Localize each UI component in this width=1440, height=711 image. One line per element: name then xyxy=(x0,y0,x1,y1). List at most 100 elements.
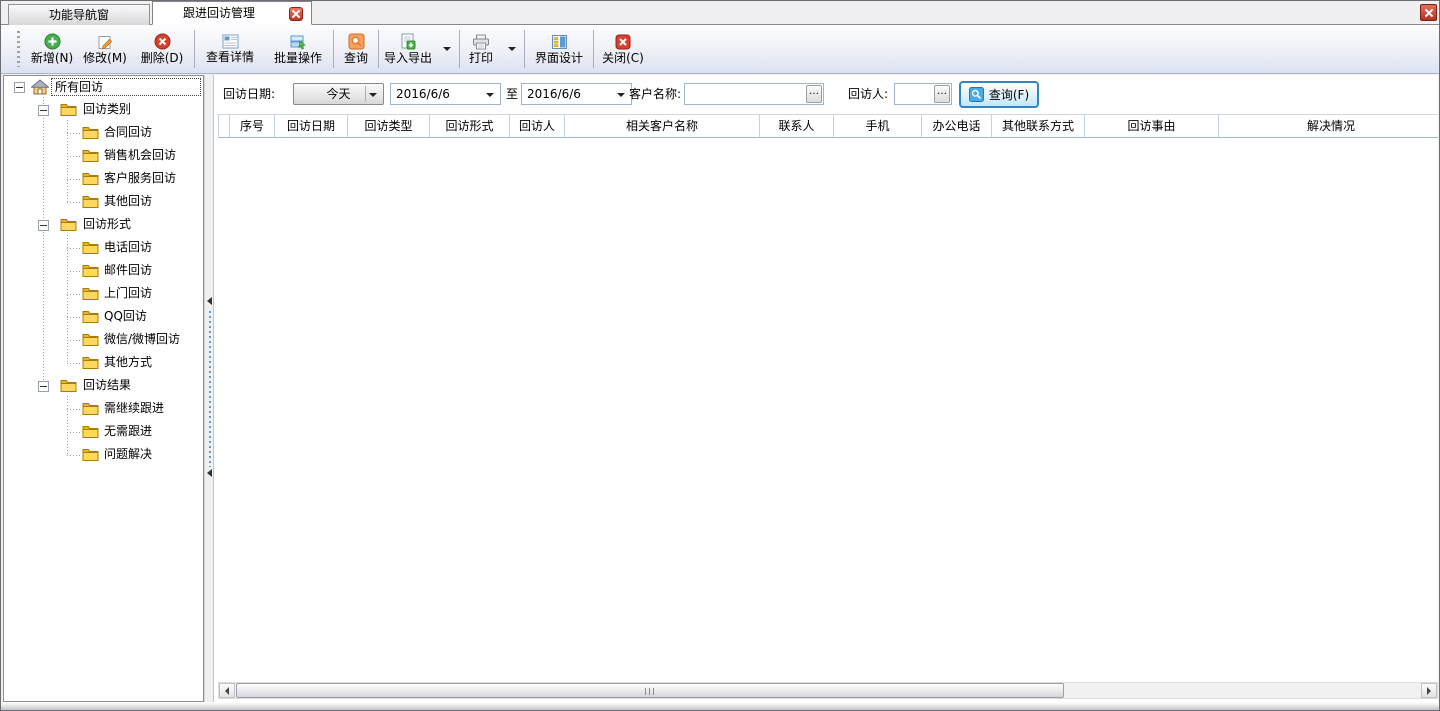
row-indicator-header xyxy=(219,115,230,137)
chevron-down-icon xyxy=(508,47,516,51)
tree-item-all-visits[interactable]: 所有回访 xyxy=(4,76,203,99)
customer-name-input[interactable] xyxy=(686,85,805,103)
tree-connector xyxy=(67,202,80,203)
tree-item-need-followup[interactable]: 需继续跟进 xyxy=(4,398,203,421)
horizontal-scrollbar[interactable] xyxy=(218,682,1438,699)
scrollbar-thumb[interactable] xyxy=(236,683,1064,698)
folder-icon xyxy=(82,171,100,187)
toolbar-separator xyxy=(194,30,195,68)
folder-icon xyxy=(82,240,100,256)
tree-item-customer-service-visit[interactable]: 客户服务回访 xyxy=(4,168,203,191)
folder-icon xyxy=(60,217,78,233)
tree-connector xyxy=(67,133,80,134)
arrow-left-icon xyxy=(225,687,229,695)
toolbar: 新增(N) 修改(M) 删除(D) 查看详情 批量操作 查询 导入导出 xyxy=(1,25,1439,74)
customer-browse-button[interactable]: … xyxy=(806,85,822,103)
search-button[interactable]: 查询(F) xyxy=(959,81,1039,108)
scroll-right-button[interactable] xyxy=(1421,683,1437,698)
folder-icon xyxy=(82,263,100,279)
collapse-left-icon[interactable] xyxy=(207,469,212,477)
column-header-visit-method[interactable]: 回访形式 xyxy=(430,115,510,137)
date-to-value: 2016/6/6 xyxy=(527,87,581,101)
grid-header: 序号 回访日期 回访类型 回访形式 回访人 相关客户名称 联系人 手机 办公电话… xyxy=(218,114,1438,138)
main-panel: 回访日期: 今天 2016/6/6 至 2016/6/6 客户名称: … 回访人… xyxy=(214,75,1438,702)
column-header-visit-date[interactable]: 回访日期 xyxy=(275,115,348,137)
panel-splitter[interactable] xyxy=(204,75,214,702)
tree-item-other-visit[interactable]: 其他回访 xyxy=(4,191,203,214)
print-button[interactable]: 打印 xyxy=(461,27,501,71)
tab-close-icon[interactable] xyxy=(289,7,303,21)
view-detail-button[interactable]: 查看详情 xyxy=(196,27,264,71)
scroll-left-button[interactable] xyxy=(219,683,235,698)
tree-panel: 所有回访 回访类别 合同回访 销售机会回访 客户服务回访 其他回访 xyxy=(3,75,204,702)
column-header-other-contact[interactable]: 其他联系方式 xyxy=(992,115,1085,137)
print-icon xyxy=(472,34,490,50)
ui-design-icon xyxy=(551,34,568,50)
tree-connector xyxy=(67,248,80,249)
visitor-browse-button[interactable]: … xyxy=(934,85,950,103)
visitor-input[interactable] xyxy=(896,85,933,103)
column-header-seq[interactable]: 序号 xyxy=(230,115,275,137)
folder-icon xyxy=(82,125,100,141)
column-header-contact[interactable]: 联系人 xyxy=(760,115,834,137)
close-button[interactable]: 关闭(C) xyxy=(595,27,651,71)
column-header-visitor[interactable]: 回访人 xyxy=(510,115,565,137)
date-from-value: 2016/6/6 xyxy=(396,87,450,101)
column-header-visit-reason[interactable]: 回访事由 xyxy=(1085,115,1219,137)
date-to-combo[interactable]: 2016/6/6 xyxy=(521,83,632,105)
import-export-button[interactable]: 导入导出 xyxy=(380,27,436,71)
ui-design-button[interactable]: 界面设计 xyxy=(526,27,592,71)
tab-followup-management[interactable]: 跟进回访管理 xyxy=(152,1,312,25)
delete-button[interactable]: 删除(D) xyxy=(131,27,193,71)
toolbar-separator xyxy=(459,30,460,68)
app-window: 功能导航窗 跟进回访管理 新增(N) 修改(M) 删除(D) 查看详情 xyxy=(0,0,1440,711)
window-close-button[interactable] xyxy=(1420,4,1437,21)
tree-item-email-visit[interactable]: 邮件回访 xyxy=(4,260,203,283)
tree-item-problem-solved[interactable]: 问题解决 xyxy=(4,444,203,467)
folder-icon xyxy=(60,102,78,118)
tree-item-visit-result[interactable]: 回访结果 xyxy=(4,375,203,398)
collapse-toggle-icon[interactable] xyxy=(14,82,25,93)
tree-item-wechat-weibo-visit[interactable]: 微信/微博回访 xyxy=(4,329,203,352)
customer-name-label: 客户名称: xyxy=(629,83,681,105)
tree-connector xyxy=(67,340,80,341)
add-button[interactable]: 新增(N) xyxy=(25,27,79,71)
tree-connector xyxy=(67,271,80,272)
date-from-combo[interactable]: 2016/6/6 xyxy=(390,83,501,105)
column-header-resolution[interactable]: 解决情况 xyxy=(1219,115,1440,137)
chevron-down-icon xyxy=(369,93,377,97)
batch-operation-button[interactable]: 批量操作 xyxy=(264,27,332,71)
collapse-left-icon[interactable] xyxy=(207,297,212,305)
tree-item-no-followup[interactable]: 无需跟进 xyxy=(4,421,203,444)
tree-item-sales-opportunity-visit[interactable]: 销售机会回访 xyxy=(4,145,203,168)
date-preset-combo[interactable]: 今天 xyxy=(293,83,384,105)
tab-function-nav-label: 功能导航窗 xyxy=(49,8,109,22)
print-dropdown[interactable] xyxy=(501,27,523,71)
import-export-dropdown[interactable] xyxy=(436,27,458,71)
collapse-toggle-icon[interactable] xyxy=(38,381,49,392)
tree-item-phone-visit[interactable]: 电话回访 xyxy=(4,237,203,260)
query-button[interactable]: 查询 xyxy=(335,27,377,71)
folder-icon xyxy=(82,355,100,371)
home-icon xyxy=(31,79,49,95)
column-header-visit-type[interactable]: 回访类型 xyxy=(348,115,430,137)
visit-date-label: 回访日期: xyxy=(223,83,275,105)
tree-item-other-method[interactable]: 其他方式 xyxy=(4,352,203,375)
edit-button[interactable]: 修改(M) xyxy=(79,27,131,71)
collapse-toggle-icon[interactable] xyxy=(38,105,49,116)
column-header-mobile[interactable]: 手机 xyxy=(834,115,922,137)
tree-item-visit-method[interactable]: 回访形式 xyxy=(4,214,203,237)
tree-item-onsite-visit[interactable]: 上门回访 xyxy=(4,283,203,306)
date-preset-value: 今天 xyxy=(326,87,350,101)
tree-item-visit-category[interactable]: 回访类别 xyxy=(4,99,203,122)
grid-body[interactable] xyxy=(218,139,1438,681)
toolbar-grip[interactable] xyxy=(17,31,20,67)
column-header-office-phone[interactable]: 办公电话 xyxy=(922,115,992,137)
add-icon xyxy=(44,33,61,50)
column-header-customer-name[interactable]: 相关客户名称 xyxy=(565,115,760,137)
chevron-down-icon xyxy=(617,93,625,97)
tab-function-nav[interactable]: 功能导航窗 xyxy=(8,4,150,25)
collapse-toggle-icon[interactable] xyxy=(38,220,49,231)
tree-item-qq-visit[interactable]: QQ回访 xyxy=(4,306,203,329)
tree-item-contract-visit[interactable]: 合同回访 xyxy=(4,122,203,145)
